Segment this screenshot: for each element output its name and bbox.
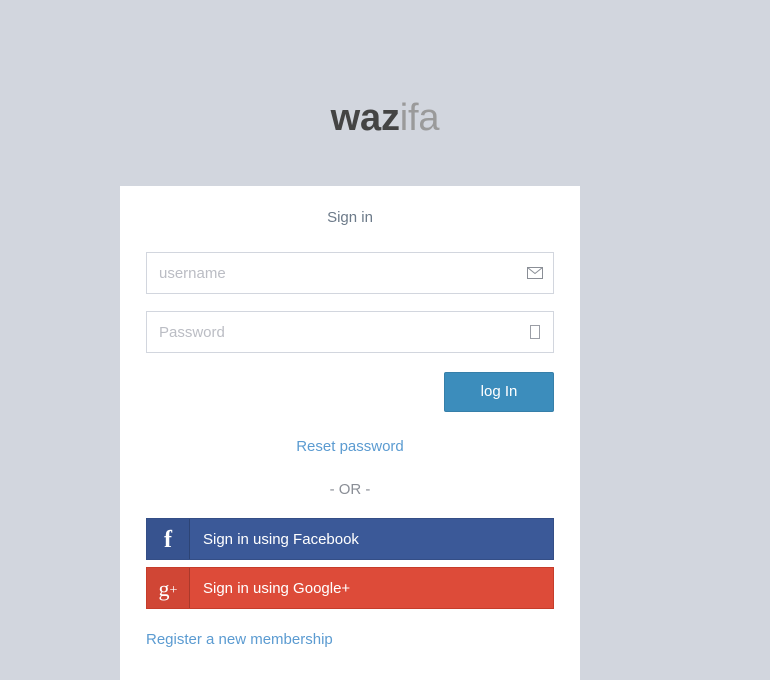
login-card: Sign in log In: [120, 186, 580, 680]
login-page: wazifa Sign in log In: [0, 0, 770, 680]
facebook-icon: f: [147, 519, 190, 559]
username-form-group: [146, 252, 554, 294]
social-auth-links: f Sign in using Facebook g+ Sign in usin…: [146, 518, 554, 609]
reset-password-link[interactable]: Reset password: [296, 438, 404, 455]
register-row: Register a new membership: [146, 631, 554, 649]
google-signin-button[interactable]: g+ Sign in using Google+: [146, 567, 554, 609]
brand-logo: wazifa: [0, 96, 770, 140]
or-divider: - OR -: [329, 481, 371, 498]
password-input[interactable]: [146, 311, 554, 353]
password-form-group: [146, 311, 554, 353]
brand-logo-strong: waz: [330, 97, 400, 139]
reset-password-row: Reset password: [146, 438, 554, 456]
login-button[interactable]: log In: [444, 372, 554, 412]
login-button-row: log In: [146, 372, 554, 412]
brand-logo-light: ifa: [399, 97, 440, 139]
google-plus-icon-plus: +: [169, 583, 178, 598]
register-link[interactable]: Register a new membership: [146, 631, 333, 648]
login-heading: Sign in: [327, 209, 373, 226]
username-input[interactable]: [146, 252, 554, 294]
google-signin-label: Sign in using Google+: [203, 580, 351, 597]
facebook-signin-label: Sign in using Facebook: [203, 531, 359, 548]
google-plus-icon: g+: [147, 568, 190, 608]
login-form: log In: [146, 252, 554, 412]
facebook-signin-button[interactable]: f Sign in using Facebook: [146, 518, 554, 560]
google-plus-icon-letter: g: [158, 576, 170, 601]
